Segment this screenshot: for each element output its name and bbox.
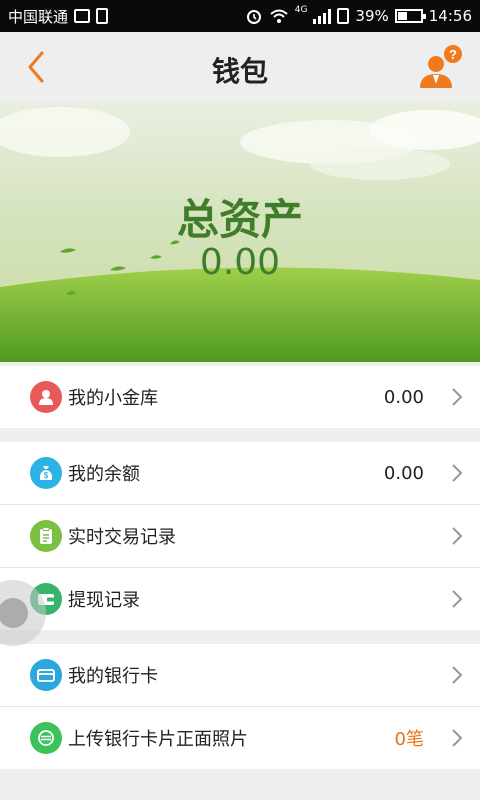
list-group-vault: 我的小金库 0.00 [0, 366, 480, 428]
chevron-right-icon [452, 666, 463, 684]
row-upload-card-photo[interactable]: 上传银行卡片正面照片 0笔 [0, 707, 480, 769]
navbar: 钱包 ? [0, 32, 480, 102]
chevron-right-icon [452, 729, 463, 747]
image-notification-icon [74, 9, 91, 23]
total-assets-banner: 总资产 0.00 [0, 102, 480, 362]
row-label: 上传银行卡片正面照片 [68, 729, 248, 750]
row-transaction-records[interactable]: 实时交易记录 [0, 505, 480, 568]
row-label: 我的余额 [68, 464, 140, 485]
user-help-icon: ? [420, 45, 462, 88]
row-label: 我的小金库 [68, 388, 158, 409]
bank-card-icon [30, 659, 62, 691]
row-value: 0笔 [394, 729, 424, 750]
svg-text:?: ? [449, 47, 457, 62]
row-label: 我的银行卡 [68, 666, 158, 687]
network-type: 4G [294, 5, 308, 15]
chevron-right-icon [452, 527, 463, 545]
row-value: 0.00 [383, 462, 424, 484]
download-notification-icon [96, 8, 109, 24]
wifi-icon [270, 9, 288, 23]
sim-icon [337, 8, 350, 24]
row-label: 实时交易记录 [68, 527, 176, 548]
total-assets-label: 总资产 [176, 195, 303, 244]
clock: 14:56 [428, 7, 472, 25]
list-group-bank-cards: 我的银行卡 上传银行卡片正面照片 0笔 [0, 644, 480, 769]
battery-percent: 39% [355, 7, 389, 25]
person-icon [30, 381, 62, 413]
row-withdrawal-records[interactable]: 提现记录 [0, 568, 480, 630]
row-label: 提现记录 [68, 590, 140, 611]
alarm-icon [246, 10, 261, 24]
row-my-balance[interactable]: $ 我的余额 0.00 [0, 442, 480, 505]
list-group-balance: $ 我的余额 0.00 实时交易记录 提现记录 [0, 442, 480, 630]
total-assets-value: 0.00 [199, 242, 281, 283]
chevron-right-icon [452, 464, 463, 482]
svg-text:$: $ [44, 471, 49, 480]
row-my-bank-cards[interactable]: 我的银行卡 [0, 644, 480, 707]
chevron-right-icon [452, 388, 463, 406]
money-bag-icon: $ [30, 457, 62, 489]
signal-icon [313, 8, 332, 24]
page-title: 钱包 [211, 55, 268, 88]
chevron-right-icon [452, 590, 463, 608]
row-value: 0.00 [383, 386, 424, 408]
row-my-vault[interactable]: 我的小金库 0.00 [0, 366, 480, 428]
customer-service-button[interactable]: ? [416, 44, 466, 92]
clipboard-icon [30, 520, 62, 552]
carrier-name: 中国联通 [8, 7, 69, 26]
battery-icon [394, 9, 426, 23]
card-upload-icon [30, 722, 62, 754]
status-bar: 中国联通 4G 39% 14:56 [0, 0, 480, 32]
